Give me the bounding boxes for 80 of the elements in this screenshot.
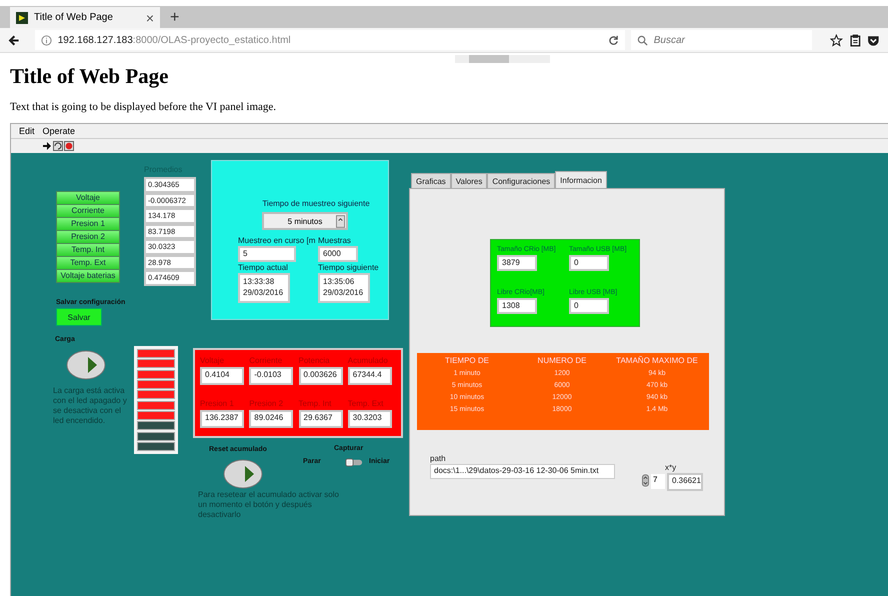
reset-description: Para resetear el acumulado activar solo un momento el botón y después desactivarlo — [198, 490, 340, 520]
reload-icon[interactable] — [608, 34, 619, 46]
power-label: Temp. Ext — [348, 399, 384, 408]
toggle-switch[interactable] — [345, 458, 363, 467]
channel-label: Presion 1 — [57, 218, 119, 230]
url-text: 192.168.127.183:8000/OLAS-proyecto_estatico.html — [58, 34, 291, 46]
column-header: NUMERO DE — [536, 356, 588, 367]
storage-field: 1308 — [497, 298, 537, 314]
save-button[interactable]: Salvar — [56, 308, 102, 326]
xy-label: x*y — [665, 463, 676, 472]
index-field[interactable]: 7 — [651, 474, 665, 489]
load-description: La carga está activa con el led apagado y se desactiva con el led encendido. — [53, 386, 128, 426]
path-label: path — [430, 454, 446, 463]
channel-label: Corriente — [57, 205, 119, 217]
back-icon[interactable] — [8, 34, 21, 46]
tab[interactable]: Configuraciones — [487, 173, 556, 189]
channel-label: Presion 2 — [57, 231, 119, 243]
spinner-icon[interactable] — [642, 474, 649, 487]
samples-field: 6000 — [318, 246, 358, 262]
search-input[interactable]: Buscar — [652, 34, 806, 46]
channel-label: Temp. Ext — [57, 257, 119, 269]
storage-field: 3879 — [497, 255, 537, 271]
interval-dropdown[interactable]: 5 minutos — [262, 212, 348, 230]
tab-title: Title of Web Page — [34, 12, 113, 23]
column-header: TAMAÑO MAXIMO DE — [615, 356, 699, 367]
samples-label: Muestras — [318, 236, 352, 245]
tab[interactable]: Graficas — [411, 173, 451, 189]
close-tab-button[interactable]: × — [146, 10, 154, 26]
power-label: Presion 1 — [200, 399, 235, 408]
storage-field: 0 — [569, 255, 609, 271]
power-field: 89.0246 — [249, 410, 294, 428]
run-continuously-icon[interactable] — [53, 141, 63, 151]
channel-label: Voltaje baterias — [57, 270, 119, 282]
path-field: docs:\1...\29\datos-29-03-16 12-30-06 5min.txt — [430, 464, 615, 479]
power-label: Acumulado — [348, 356, 389, 365]
time-next-field: 13:35:06 29/03/2016 — [318, 273, 370, 303]
page-heading: Title of Web Page — [10, 63, 168, 89]
abort-icon[interactable] — [64, 141, 74, 151]
channel-label: Voltaje — [57, 192, 119, 204]
address-bar[interactable]: 192.168.127.183:8000/OLAS-proyecto_estatico.html — [34, 30, 625, 50]
power-label: Temp. Int — [298, 399, 332, 408]
tab[interactable]: Valores — [450, 173, 488, 189]
time-now-label: Tiempo actual — [238, 263, 289, 272]
power-field: 30.3203 — [348, 410, 392, 428]
xy-field: 0.36621 — [667, 473, 703, 491]
new-tab-button[interactable]: + — [170, 8, 180, 28]
horizontal-scrollbar[interactable] — [455, 55, 550, 63]
time-now-field: 13:33:38 29/03/2016 — [238, 273, 290, 303]
star-icon[interactable] — [830, 34, 843, 46]
channel-label: Temp. Int — [57, 244, 119, 256]
current-field: 5 — [238, 246, 296, 262]
run-arrow-icon[interactable] — [42, 141, 52, 151]
column-header: TIEMPO DE — [444, 356, 490, 367]
power-field: 29.6367 — [298, 410, 342, 428]
info-icon — [40, 34, 52, 46]
search-icon — [636, 34, 648, 46]
clipboard-icon[interactable] — [848, 34, 862, 46]
sampling-title: Tiempo de muestreo siguiente — [261, 199, 371, 208]
toggle-button[interactable] — [66, 350, 106, 380]
menu-item[interactable]: Edit — [19, 126, 35, 136]
toggle-button[interactable] — [223, 459, 263, 489]
time-next-label: Tiempo siguiente — [318, 263, 378, 272]
power-field: 0.003626 — [298, 367, 342, 385]
power-label: Potencia — [298, 356, 331, 365]
power-field: 0.4104 — [200, 367, 244, 385]
search-bar[interactable]: Buscar — [630, 30, 812, 50]
browser-tab[interactable]: Title of Web Page × — [10, 7, 160, 28]
tab[interactable]: Informacion — [555, 171, 607, 189]
menu-item[interactable]: Operate — [42, 126, 76, 136]
app-icon — [16, 12, 28, 24]
intro-text: Text that is going to be displayed before the VI panel image. — [10, 101, 278, 113]
power-field: 67344.4 — [348, 367, 392, 385]
power-field: 136.2387 — [200, 410, 244, 428]
pocket-icon[interactable] — [867, 34, 880, 46]
power-field: -0.0103 — [249, 367, 294, 385]
current-label: Muestreo en curso [m — [238, 236, 316, 245]
power-label: Voltaje — [200, 356, 226, 365]
storage-field: 0 — [569, 298, 609, 314]
power-label: Corriente — [249, 356, 284, 365]
power-label: Presion 2 — [249, 399, 284, 408]
